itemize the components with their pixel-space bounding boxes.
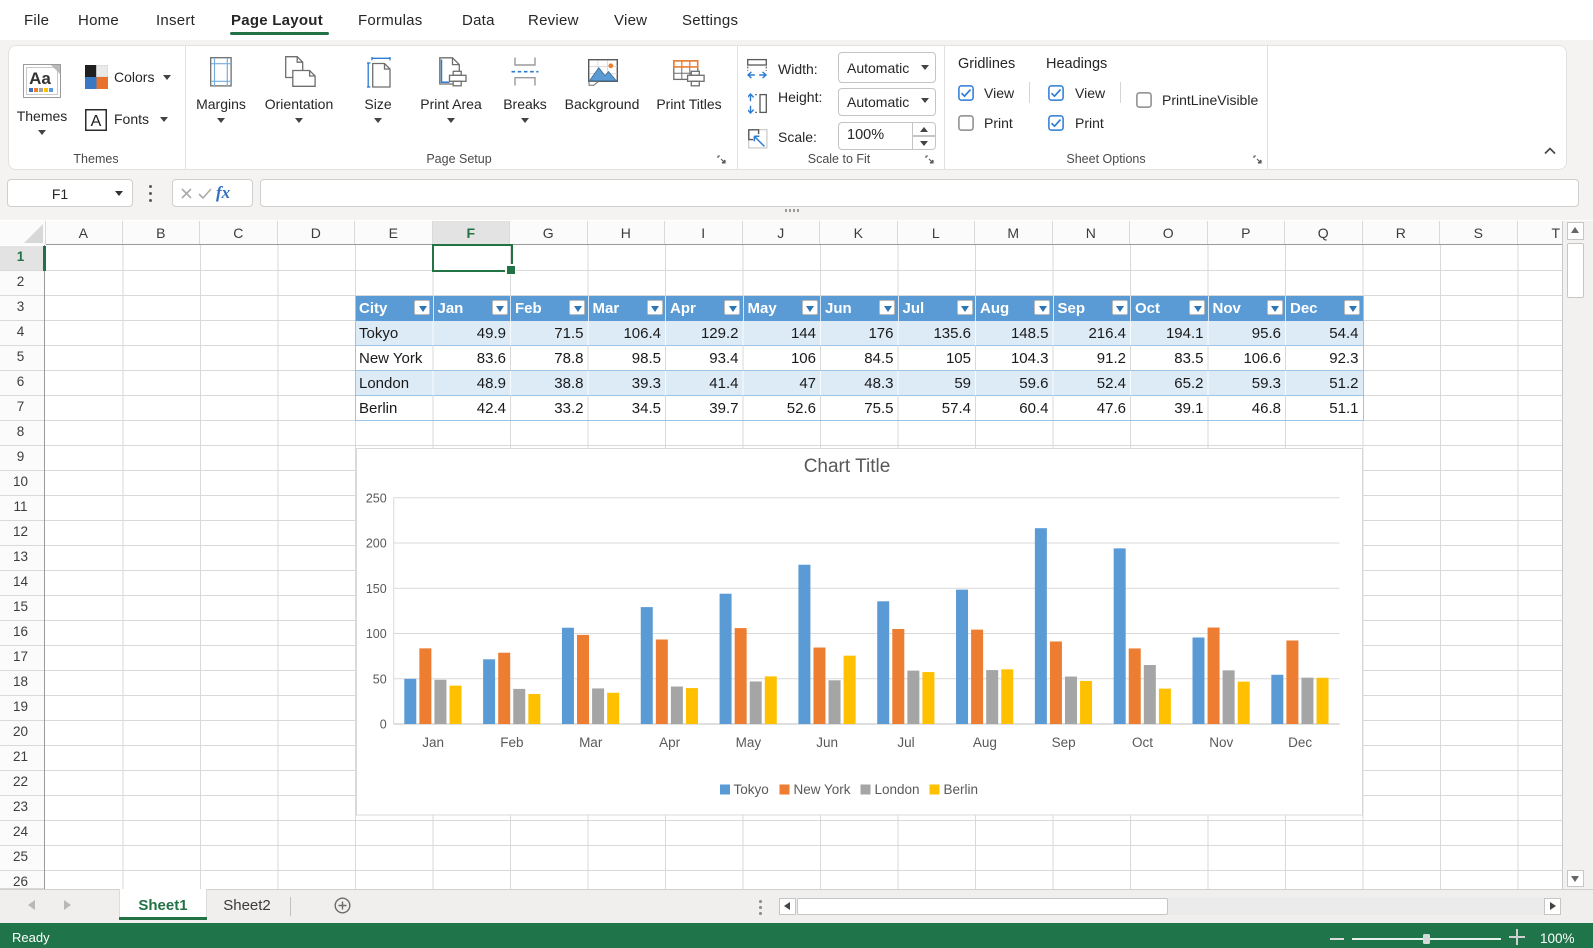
svg-text:Tokyo: Tokyo (733, 782, 768, 797)
svg-text:May: May (735, 735, 761, 750)
svg-text:Aug: Aug (972, 735, 996, 750)
svg-text:New York: New York (793, 782, 850, 797)
svg-text:Sep: Sep (1051, 735, 1075, 750)
svg-text:Feb: Feb (500, 735, 523, 750)
svg-text:200: 200 (365, 537, 386, 551)
svg-text:100: 100 (365, 627, 386, 641)
svg-text:Mar: Mar (579, 735, 603, 750)
svg-text:0: 0 (379, 718, 386, 732)
svg-text:50: 50 (372, 672, 386, 686)
svg-text:Jan: Jan (422, 735, 444, 750)
svg-text:Apr: Apr (659, 735, 681, 750)
svg-text:Berlin: Berlin (943, 782, 978, 797)
svg-text:Dec: Dec (1288, 735, 1312, 750)
svg-text:A: A (91, 113, 102, 130)
svg-text:250: 250 (365, 491, 386, 505)
svg-text:Aa: Aa (29, 69, 51, 88)
svg-text:Jul: Jul (897, 735, 914, 750)
svg-text:150: 150 (365, 582, 386, 596)
svg-text:Oct: Oct (1131, 735, 1152, 750)
svg-text:London: London (874, 782, 919, 797)
svg-text:Chart Title: Chart Title (803, 456, 890, 477)
svg-text:Nov: Nov (1209, 735, 1233, 750)
svg-text:Jun: Jun (816, 735, 838, 750)
